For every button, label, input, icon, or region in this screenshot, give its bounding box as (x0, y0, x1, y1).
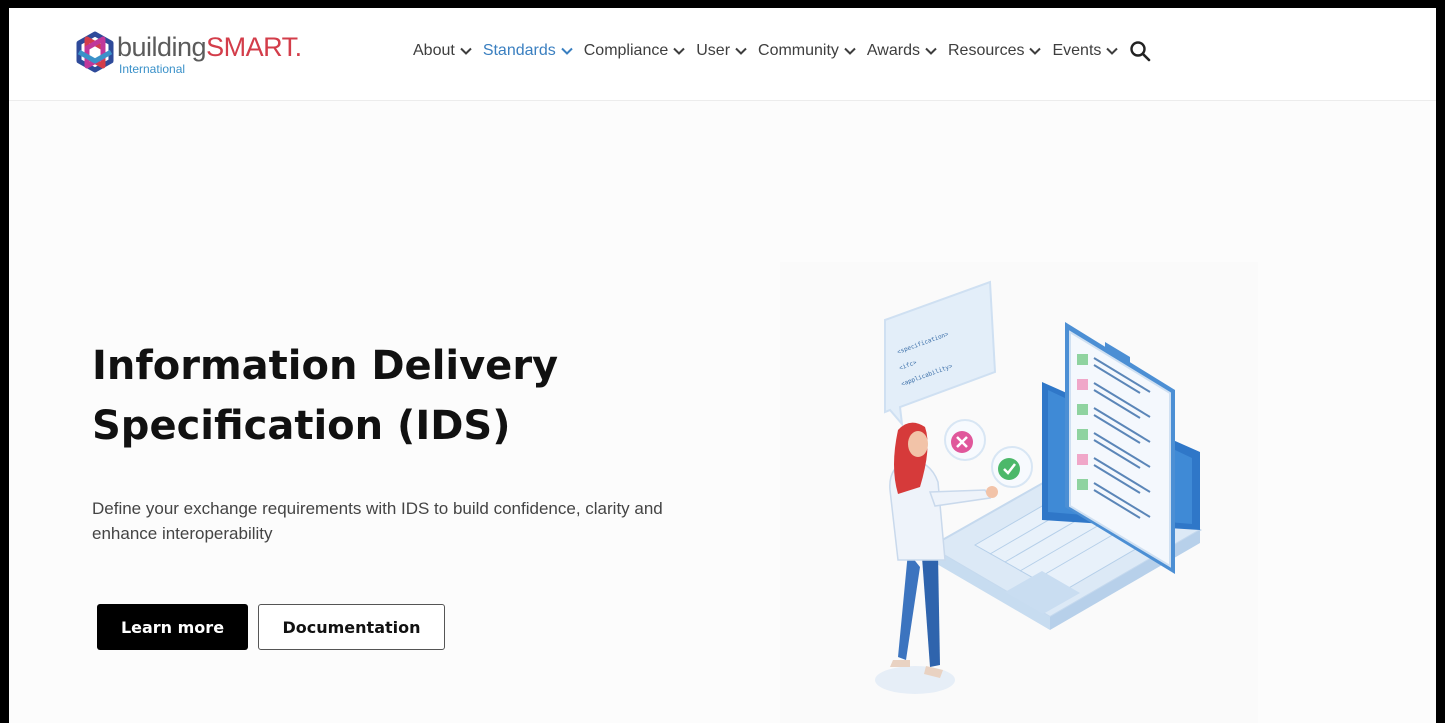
hero-title: Information Delivery Specification (IDS) (92, 336, 652, 456)
search-icon[interactable] (1129, 40, 1151, 62)
chevron-down-icon (844, 47, 856, 55)
brand-subtitle: International (119, 62, 186, 76)
chevron-down-icon (735, 47, 747, 55)
floor-shadow (875, 666, 955, 694)
interlocking-cube-logo-icon (76, 31, 114, 73)
nav-item-compliance[interactable]: Compliance (584, 40, 685, 62)
site-header: buildingSMART. International About Standa… (9, 8, 1436, 101)
hero-description: Define your exchange requirements with I… (92, 499, 663, 543)
nav-item-resources[interactable]: Resources (947, 40, 1042, 62)
nav-item-community[interactable]: Community (758, 40, 856, 62)
brand-name-part1: building (117, 32, 207, 62)
brand-logo[interactable]: buildingSMART. International (73, 30, 323, 78)
nav-item-label: Awards (866, 42, 920, 59)
nav-item-about[interactable]: About (413, 40, 472, 62)
chevron-down-icon (1029, 47, 1042, 55)
nav-item-label: Community (758, 42, 839, 59)
chevron-down-icon (673, 47, 685, 55)
brand-trademark: . (294, 32, 303, 62)
nav-item-label: About (413, 42, 455, 59)
chevron-down-icon (1106, 47, 1119, 55)
hero-title-line2: Specification (IDS) (92, 403, 511, 449)
nav-item-label: Standards (482, 42, 556, 59)
brand-name-part2: SMART (206, 32, 295, 62)
ids-checklist-illustration: <specification> <ifc> <applicability> (780, 262, 1258, 723)
documentation-button[interactable]: Documentation (258, 604, 445, 650)
nav-item-awards[interactable]: Awards (867, 40, 937, 62)
nav-item-label: Compliance (583, 42, 669, 59)
learn-more-button[interactable]: Learn more (97, 604, 248, 650)
nav-item-standards[interactable]: Standards (483, 40, 573, 62)
nav-item-user[interactable]: User (696, 40, 747, 62)
chevron-down-icon (925, 47, 937, 55)
nav-item-label: Events (1052, 42, 1102, 59)
brand-wordmark: buildingSMART. (117, 32, 302, 62)
check-icon (998, 458, 1020, 480)
nav-item-events[interactable]: Events (1052, 40, 1119, 62)
chevron-down-icon (561, 47, 573, 55)
chevron-down-icon (460, 47, 472, 55)
main-nav: About Standards Compliance User Community Awa… (413, 40, 1151, 62)
nav-item-label: User (696, 42, 731, 59)
hero-title-line1: Information Delivery (92, 343, 559, 389)
nav-item-label: Resources (947, 42, 1025, 59)
